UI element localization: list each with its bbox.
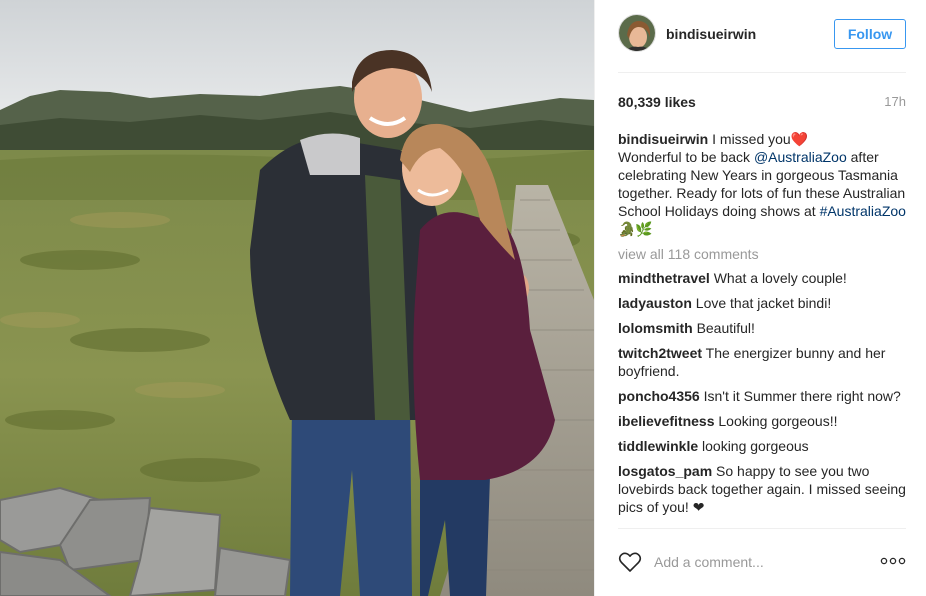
caption-text-2: Wonderful to be back (618, 149, 754, 165)
post-author-username[interactable]: bindisueirwin (666, 26, 756, 42)
comment-text: looking gorgeous (702, 438, 809, 454)
likes-count[interactable]: 80,339 likes (618, 94, 696, 110)
caption-text-1: I missed you (708, 131, 791, 147)
comment-username[interactable]: mindthetravel (618, 270, 710, 286)
comment-text: What a lovely couple! (713, 270, 847, 286)
comment-item: ibelievefitness Looking gorgeous!! (618, 412, 908, 430)
heart-icon[interactable] (618, 551, 642, 573)
post-details-panel: bindisueirwin Follow 80,339 likes 17h bi… (594, 0, 926, 596)
view-all-comments-link[interactable]: view all 118 comments (618, 245, 908, 263)
comment-item: lolomsmith Beautiful! (618, 319, 908, 337)
more-options-icon[interactable] (880, 555, 906, 567)
comment-text: Love that jacket bindi! (695, 295, 832, 311)
comment-item: ladyauston Love that jacket bindi! (618, 294, 908, 312)
caption-emoji: 🐊🌿 (618, 221, 653, 237)
comments-list[interactable]: bindisueirwin I missed you❤️ Wonderful t… (618, 130, 908, 528)
caption-heart-emoji: ❤️ (790, 131, 809, 147)
instagram-post: bindisueirwin Follow 80,339 likes 17h bi… (0, 0, 926, 596)
comment-username[interactable]: poncho4356 (618, 388, 700, 404)
avatar-image (619, 15, 655, 51)
comment-text: Looking gorgeous!! (718, 413, 838, 429)
comment-username[interactable]: ladyauston (618, 295, 692, 311)
post-timestamp[interactable]: 17h (884, 94, 906, 109)
comment-item: losgatos_pam So happy to see you two lov… (618, 462, 908, 516)
caption: bindisueirwin I missed you❤️ Wonderful t… (618, 130, 908, 238)
comment-username[interactable]: losgatos_pam (618, 463, 712, 479)
post-stats: 80,339 likes 17h (618, 94, 906, 114)
comment-item: mindthetravel What a lovely couple! (618, 269, 908, 287)
post-photo[interactable] (0, 0, 594, 596)
comment-item: poncho4356 Isn't it Summer there right n… (618, 387, 908, 405)
comment-username[interactable]: lolomsmith (618, 320, 693, 336)
avatar[interactable] (618, 14, 656, 52)
comment-text: Isn't it Summer there right now? (703, 388, 901, 404)
comment-username[interactable]: ibelievefitness (618, 413, 715, 429)
comment-item: tiddlewinkle looking gorgeous (618, 437, 908, 455)
comment-username[interactable]: twitch2tweet (618, 345, 702, 361)
photo-illustration (0, 0, 594, 596)
caption-mention[interactable]: @AustraliaZoo (754, 149, 847, 165)
comment-item: twitch2tweet The energizer bunny and her… (618, 344, 908, 380)
comment-username[interactable]: tiddlewinkle (618, 438, 698, 454)
caption-hashtag[interactable]: #AustraliaZoo (820, 203, 906, 219)
add-comment-input[interactable] (654, 551, 864, 573)
comment-items: mindthetravel What a lovely couple! ladya… (618, 269, 908, 516)
comment-text: Beautiful! (696, 320, 755, 336)
follow-button[interactable]: Follow (834, 19, 906, 49)
caption-username[interactable]: bindisueirwin (618, 131, 708, 147)
comment-footer (618, 528, 906, 596)
post-header: bindisueirwin Follow (618, 0, 906, 73)
